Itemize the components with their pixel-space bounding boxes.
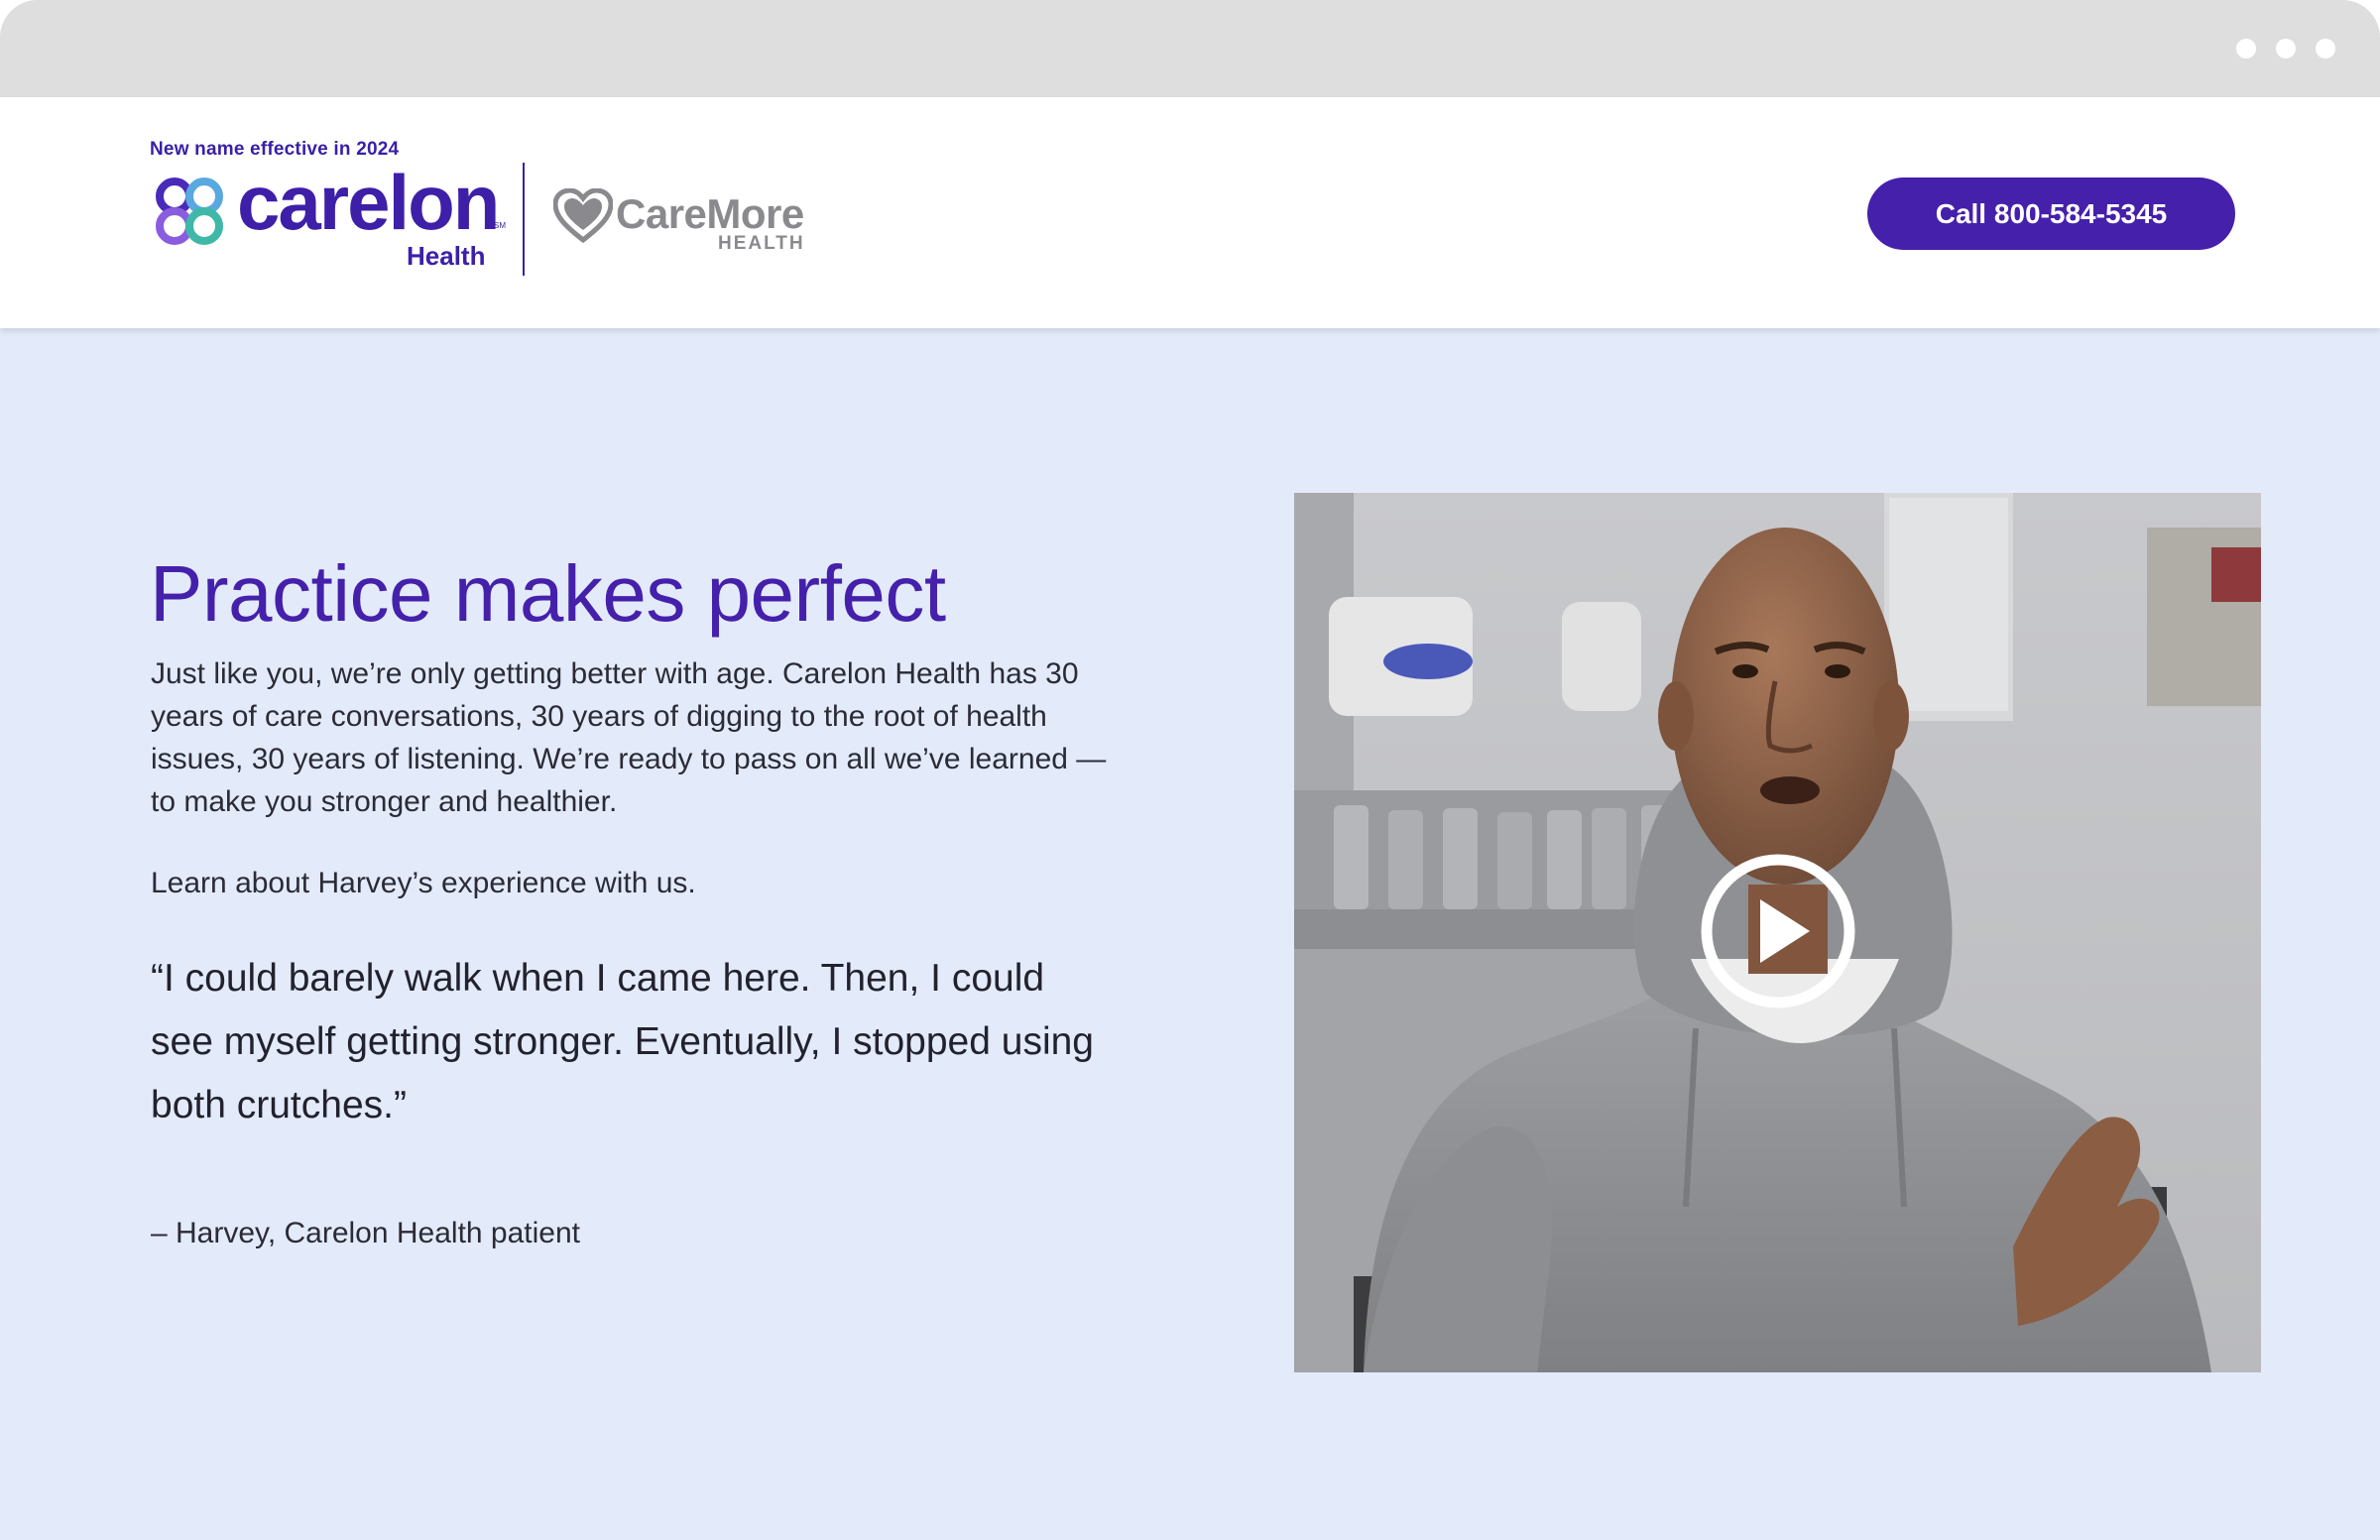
call-phone-button[interactable]: Call 800-584-5345: [1867, 178, 2235, 250]
window-dot[interactable]: [2316, 39, 2335, 59]
testimonial-video[interactable]: [1294, 493, 2261, 1372]
window-dot[interactable]: [2276, 39, 2296, 59]
window-dot[interactable]: [2236, 39, 2256, 59]
caremore-health-logo[interactable]: CareMore HEALTH: [553, 188, 821, 258]
testimonial-quote: “I could barely walk when I came here. T…: [151, 957, 1094, 1126]
hero-section: Practice makes perfect Just like you, we…: [0, 328, 2380, 1540]
carelon-wordmark: carelon: [237, 159, 500, 246]
browser-window: New name effective in 2024 carelon SM He…: [0, 0, 2380, 1540]
page-title: Practice makes perfect: [150, 549, 946, 638]
site-header: New name effective in 2024 carelon SM He…: [0, 97, 2380, 328]
play-icon[interactable]: [1697, 850, 1859, 1012]
carelon-subword: Health: [407, 241, 486, 271]
heart-icon: [553, 188, 613, 244]
carelon-health-logo[interactable]: carelon SM Health: [150, 159, 507, 271]
intro-paragraph: Just like you, we’re only getting better…: [151, 657, 1107, 818]
logo-divider: [523, 163, 525, 276]
caremore-subword: HEALTH: [718, 233, 805, 254]
caremore-wordmark: CareMore: [616, 190, 804, 237]
window-controls: [2236, 39, 2335, 59]
service-mark: SM: [494, 221, 506, 230]
carelon-logo-mark-icon: [156, 178, 223, 245]
learn-more-text: Learn about Harvey’s experience with us.: [151, 867, 696, 899]
browser-chrome: [0, 0, 2380, 97]
testimonial-attribution: – Harvey, Carelon Health patient: [151, 1217, 581, 1249]
